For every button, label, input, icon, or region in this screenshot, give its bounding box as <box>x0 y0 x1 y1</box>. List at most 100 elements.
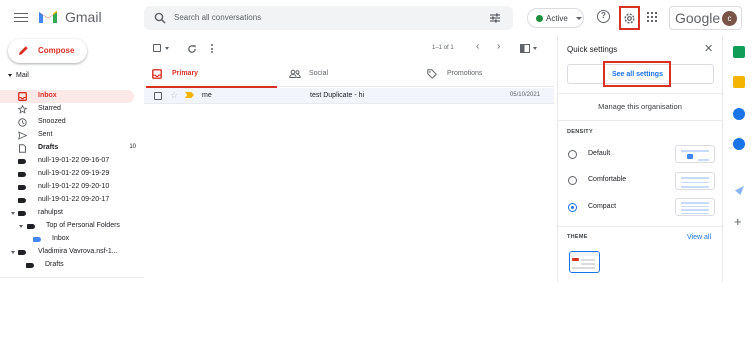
contacts-icon[interactable] <box>733 138 745 150</box>
google-wordmark: Google <box>675 10 721 26</box>
sidebar-item-label: null-19-01-22 09-20-10 <box>38 183 110 190</box>
message-sender: me <box>202 92 212 99</box>
sidebar-item-label: Inbox <box>52 235 70 242</box>
caret-down-icon[interactable] <box>11 251 15 254</box>
split-pane-icon <box>520 44 530 53</box>
sidebar-item-label: Snoozed <box>38 118 66 125</box>
sidebar-item-label: rahulpst <box>38 209 63 216</box>
sidebar-item-label-1[interactable]: null-19-01-22 09-16-07 <box>0 155 140 168</box>
app-name: Gmail <box>65 9 102 25</box>
mail-section-header[interactable]: Mail <box>8 72 29 79</box>
keep-icon[interactable] <box>733 76 745 88</box>
tab-social[interactable]: Social <box>281 62 414 87</box>
tag-icon <box>427 69 437 79</box>
manage-organisation-link[interactable]: Manage this organisation <box>558 102 722 111</box>
sidebar-item-drafts[interactable]: Drafts 10 <box>0 142 140 155</box>
message-row[interactable]: ☆ me test Duplicate - hi 05/10/2021 <box>144 88 554 104</box>
apps-grid-icon[interactable] <box>647 12 657 22</box>
tab-primary[interactable]: Primary <box>144 62 277 88</box>
status-dropdown[interactable]: Active <box>527 8 584 28</box>
density-default-radio[interactable] <box>568 150 577 159</box>
divider <box>558 120 722 121</box>
chevron-down-icon[interactable] <box>165 46 169 50</box>
search-bar[interactable]: Search all conversations <box>144 6 513 30</box>
label-icon <box>18 209 27 218</box>
theme-thumbnail[interactable] <box>569 251 600 273</box>
sidebar-item-top-of-personal-folders[interactable]: Top of Personal Folders <box>0 220 140 233</box>
sidebar-item-label: null-19-01-22 09-19-29 <box>38 170 110 177</box>
label-icon <box>18 196 27 205</box>
view-all-themes-link[interactable]: View all <box>687 234 711 241</box>
density-compact-radio[interactable] <box>568 203 577 212</box>
side-panel-rail: + <box>722 36 755 282</box>
sidebar-item-nested-inbox[interactable]: Inbox <box>0 233 140 246</box>
see-all-settings-button[interactable]: See all settings <box>612 71 663 78</box>
compose-button[interactable]: Compose <box>8 39 87 63</box>
chevron-down-icon <box>576 17 582 20</box>
search-icon[interactable] <box>154 12 166 24</box>
sidebar-item-label-4[interactable]: null-19-01-22 09-20-17 <box>0 194 140 207</box>
menu-icon[interactable] <box>14 10 28 24</box>
sidebar-item-label: Vladimira Vavrova.nsf-1... <box>38 248 118 255</box>
sidebar-item-rahulpst[interactable]: rahulpst <box>0 207 140 220</box>
more-vert-icon[interactable] <box>211 44 214 55</box>
help-icon[interactable]: ? <box>597 10 610 23</box>
divider <box>558 93 722 94</box>
tab-promotions[interactable]: Promotions <box>419 62 552 87</box>
sidebar-item-label-3[interactable]: null-19-01-22 09-20-10 <box>0 181 140 194</box>
close-icon[interactable]: ✕ <box>704 42 713 55</box>
split-pane-toggle[interactable] <box>520 44 537 53</box>
gmail-logo[interactable] <box>38 9 58 24</box>
density-heading: DENSITY <box>567 129 593 135</box>
label-icon <box>33 235 42 244</box>
density-compact-label[interactable]: Compact <box>588 203 616 210</box>
sidebar-item-sent[interactable]: Sent <box>0 129 140 142</box>
sidebar-item-inbox[interactable]: Inbox <box>0 90 134 103</box>
gear-icon[interactable] <box>623 12 636 25</box>
important-marker-icon[interactable] <box>185 92 194 98</box>
settings-highlight-box <box>619 6 640 30</box>
add-icon[interactable]: + <box>734 214 742 229</box>
sidebar-item-label: Drafts <box>45 261 64 268</box>
row-checkbox[interactable] <box>154 92 162 100</box>
clock-icon <box>18 118 27 127</box>
sidebar-item-starred[interactable]: Starred <box>0 103 140 116</box>
send-icon[interactable] <box>735 186 744 195</box>
density-compact-preview[interactable] <box>675 198 715 216</box>
sidebar-item-label-2[interactable]: null-19-01-22 09-19-29 <box>0 168 140 181</box>
caret-down-icon[interactable] <box>11 212 15 215</box>
tasks-icon[interactable] <box>733 108 745 120</box>
chevron-right-icon[interactable]: › <box>497 41 500 52</box>
tab-label: Primary <box>172 70 199 77</box>
density-comfortable-label[interactable]: Comfortable <box>588 176 626 183</box>
avatar[interactable]: c <box>722 11 737 26</box>
pencil-icon <box>19 46 28 55</box>
star-icon[interactable]: ☆ <box>170 90 178 101</box>
status-dot-icon <box>536 15 543 22</box>
chevron-left-icon[interactable]: ‹ <box>476 41 479 52</box>
sidebar-item-label: Sent <box>38 131 53 138</box>
account-switcher[interactable]: Google c <box>669 6 742 30</box>
sidebar-item-snoozed[interactable]: Snoozed <box>0 116 140 129</box>
send-icon <box>18 131 27 140</box>
sidebar-item-nested-drafts[interactable]: Drafts <box>0 259 140 272</box>
caret-down-icon <box>8 74 12 77</box>
search-input[interactable]: Search all conversations <box>174 13 261 22</box>
compose-label: Compose <box>38 46 75 55</box>
select-all-control[interactable] <box>153 44 169 52</box>
tune-icon[interactable] <box>489 12 501 24</box>
sidebar-item-label: Inbox <box>38 92 57 99</box>
sheets-icon[interactable] <box>733 46 745 58</box>
density-default-label[interactable]: Default <box>588 150 610 157</box>
density-comfortable-preview[interactable] <box>675 172 715 190</box>
density-default-preview[interactable] <box>675 145 715 163</box>
label-icon <box>27 222 36 231</box>
sidebar-item-vladimira[interactable]: Vladimira Vavrova.nsf-1... <box>0 246 140 259</box>
sidebar-item-label: Drafts <box>38 144 59 151</box>
refresh-icon[interactable] <box>187 44 197 54</box>
caret-down-icon[interactable] <box>19 225 23 228</box>
select-all-checkbox[interactable] <box>153 44 161 52</box>
tab-label: Promotions <box>447 70 483 77</box>
label-icon <box>18 170 27 179</box>
density-comfortable-radio[interactable] <box>568 176 577 185</box>
